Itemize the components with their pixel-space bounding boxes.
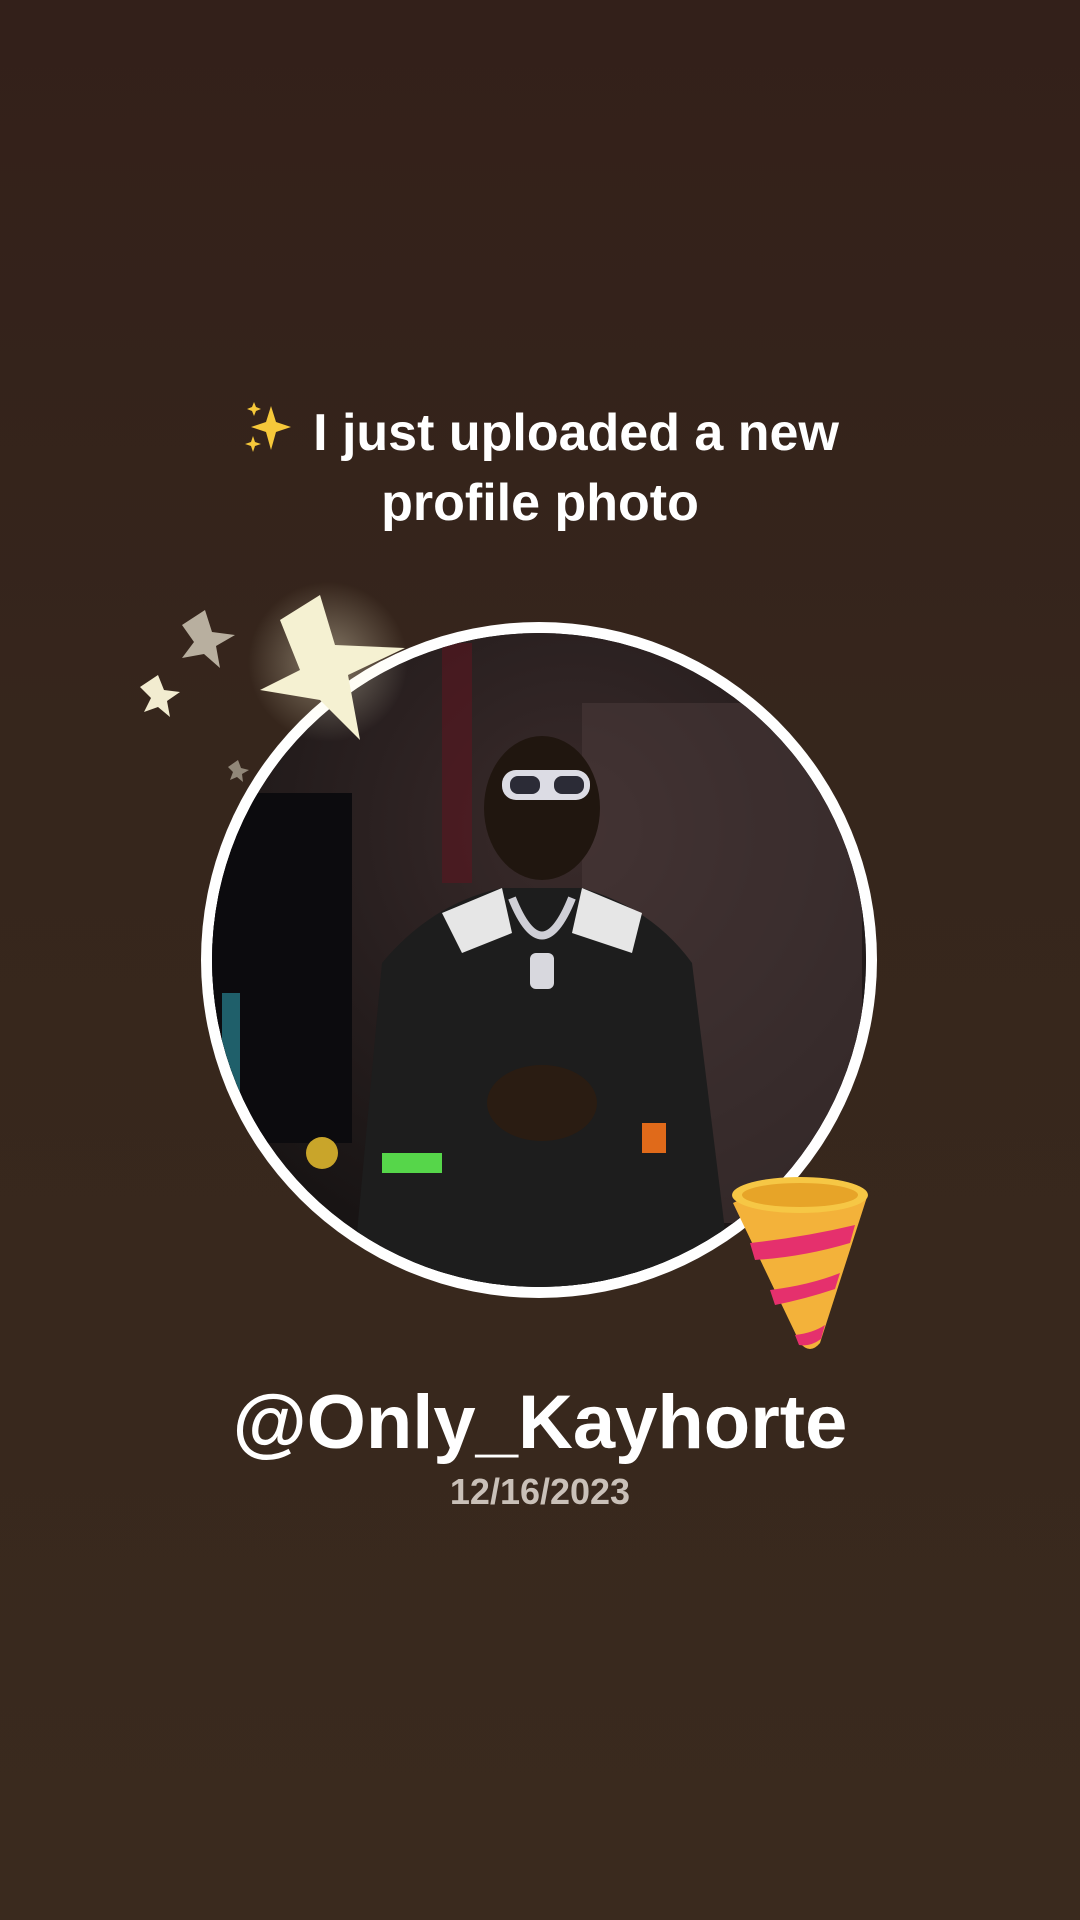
headline-text-2: profile photo bbox=[381, 474, 699, 532]
stars-icon bbox=[140, 582, 408, 782]
upload-date: 12/16/2023 bbox=[449, 1471, 631, 1512]
sparkles-icon bbox=[245, 402, 292, 452]
headline: I just uploaded a new profile photo bbox=[0, 398, 1080, 538]
party-popper-icon bbox=[732, 1177, 868, 1349]
username[interactable]: @Only_Kayhorte bbox=[0, 1378, 1080, 1468]
headline-text-1: I just uploaded a new bbox=[313, 404, 839, 462]
headline-line-1: I just uploaded a new bbox=[0, 398, 1080, 468]
